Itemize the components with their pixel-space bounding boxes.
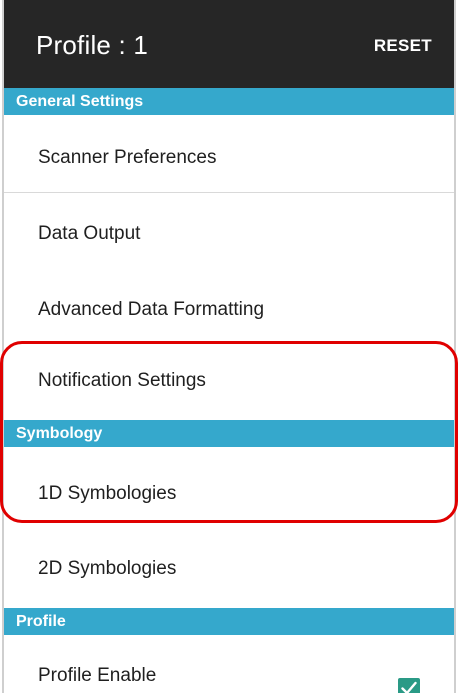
menu-item-data-output[interactable]: Data Output	[4, 193, 454, 269]
menu-item-label: Scanner Preferences	[38, 147, 217, 168]
page-title: Profile : 1	[36, 30, 149, 60]
menu-item-label: 2D Symbologies	[38, 558, 177, 579]
menu-item-notification-settings[interactable]: Notification Settings	[4, 345, 454, 419]
menu-item-advanced-data-formatting[interactable]: Advanced Data Formatting	[4, 269, 454, 345]
menu-item-label: Data Output	[38, 223, 141, 244]
checkmark-icon	[401, 681, 417, 693]
menu-item-profile-enable[interactable]: Profile Enable	[4, 635, 454, 693]
menu-item-scanner-preferences[interactable]: Scanner Preferences	[4, 115, 454, 192]
reset-button[interactable]: RESET	[374, 36, 432, 56]
section-header-symbology: Symbology	[4, 420, 454, 447]
menu-item-2d-symbologies[interactable]: 2D Symbologies	[4, 524, 454, 601]
menu-item-label: 1D Symbologies	[38, 483, 177, 504]
profile-enable-checkbox[interactable]	[398, 678, 420, 693]
menu-item-1d-symbologies[interactable]: 1D Symbologies	[4, 447, 454, 524]
app-bar: Profile : 1 RESET	[4, 0, 454, 88]
menu-item-label: Advanced Data Formatting	[38, 299, 265, 320]
section-header-profile: Profile	[4, 608, 454, 635]
menu-item-label: Notification Settings	[38, 370, 206, 391]
device-screen: Profile : 1 RESET General Settings Scann…	[2, 0, 456, 693]
section-header-general-settings: General Settings	[4, 88, 454, 115]
menu-item-label: Profile Enable	[38, 665, 157, 686]
